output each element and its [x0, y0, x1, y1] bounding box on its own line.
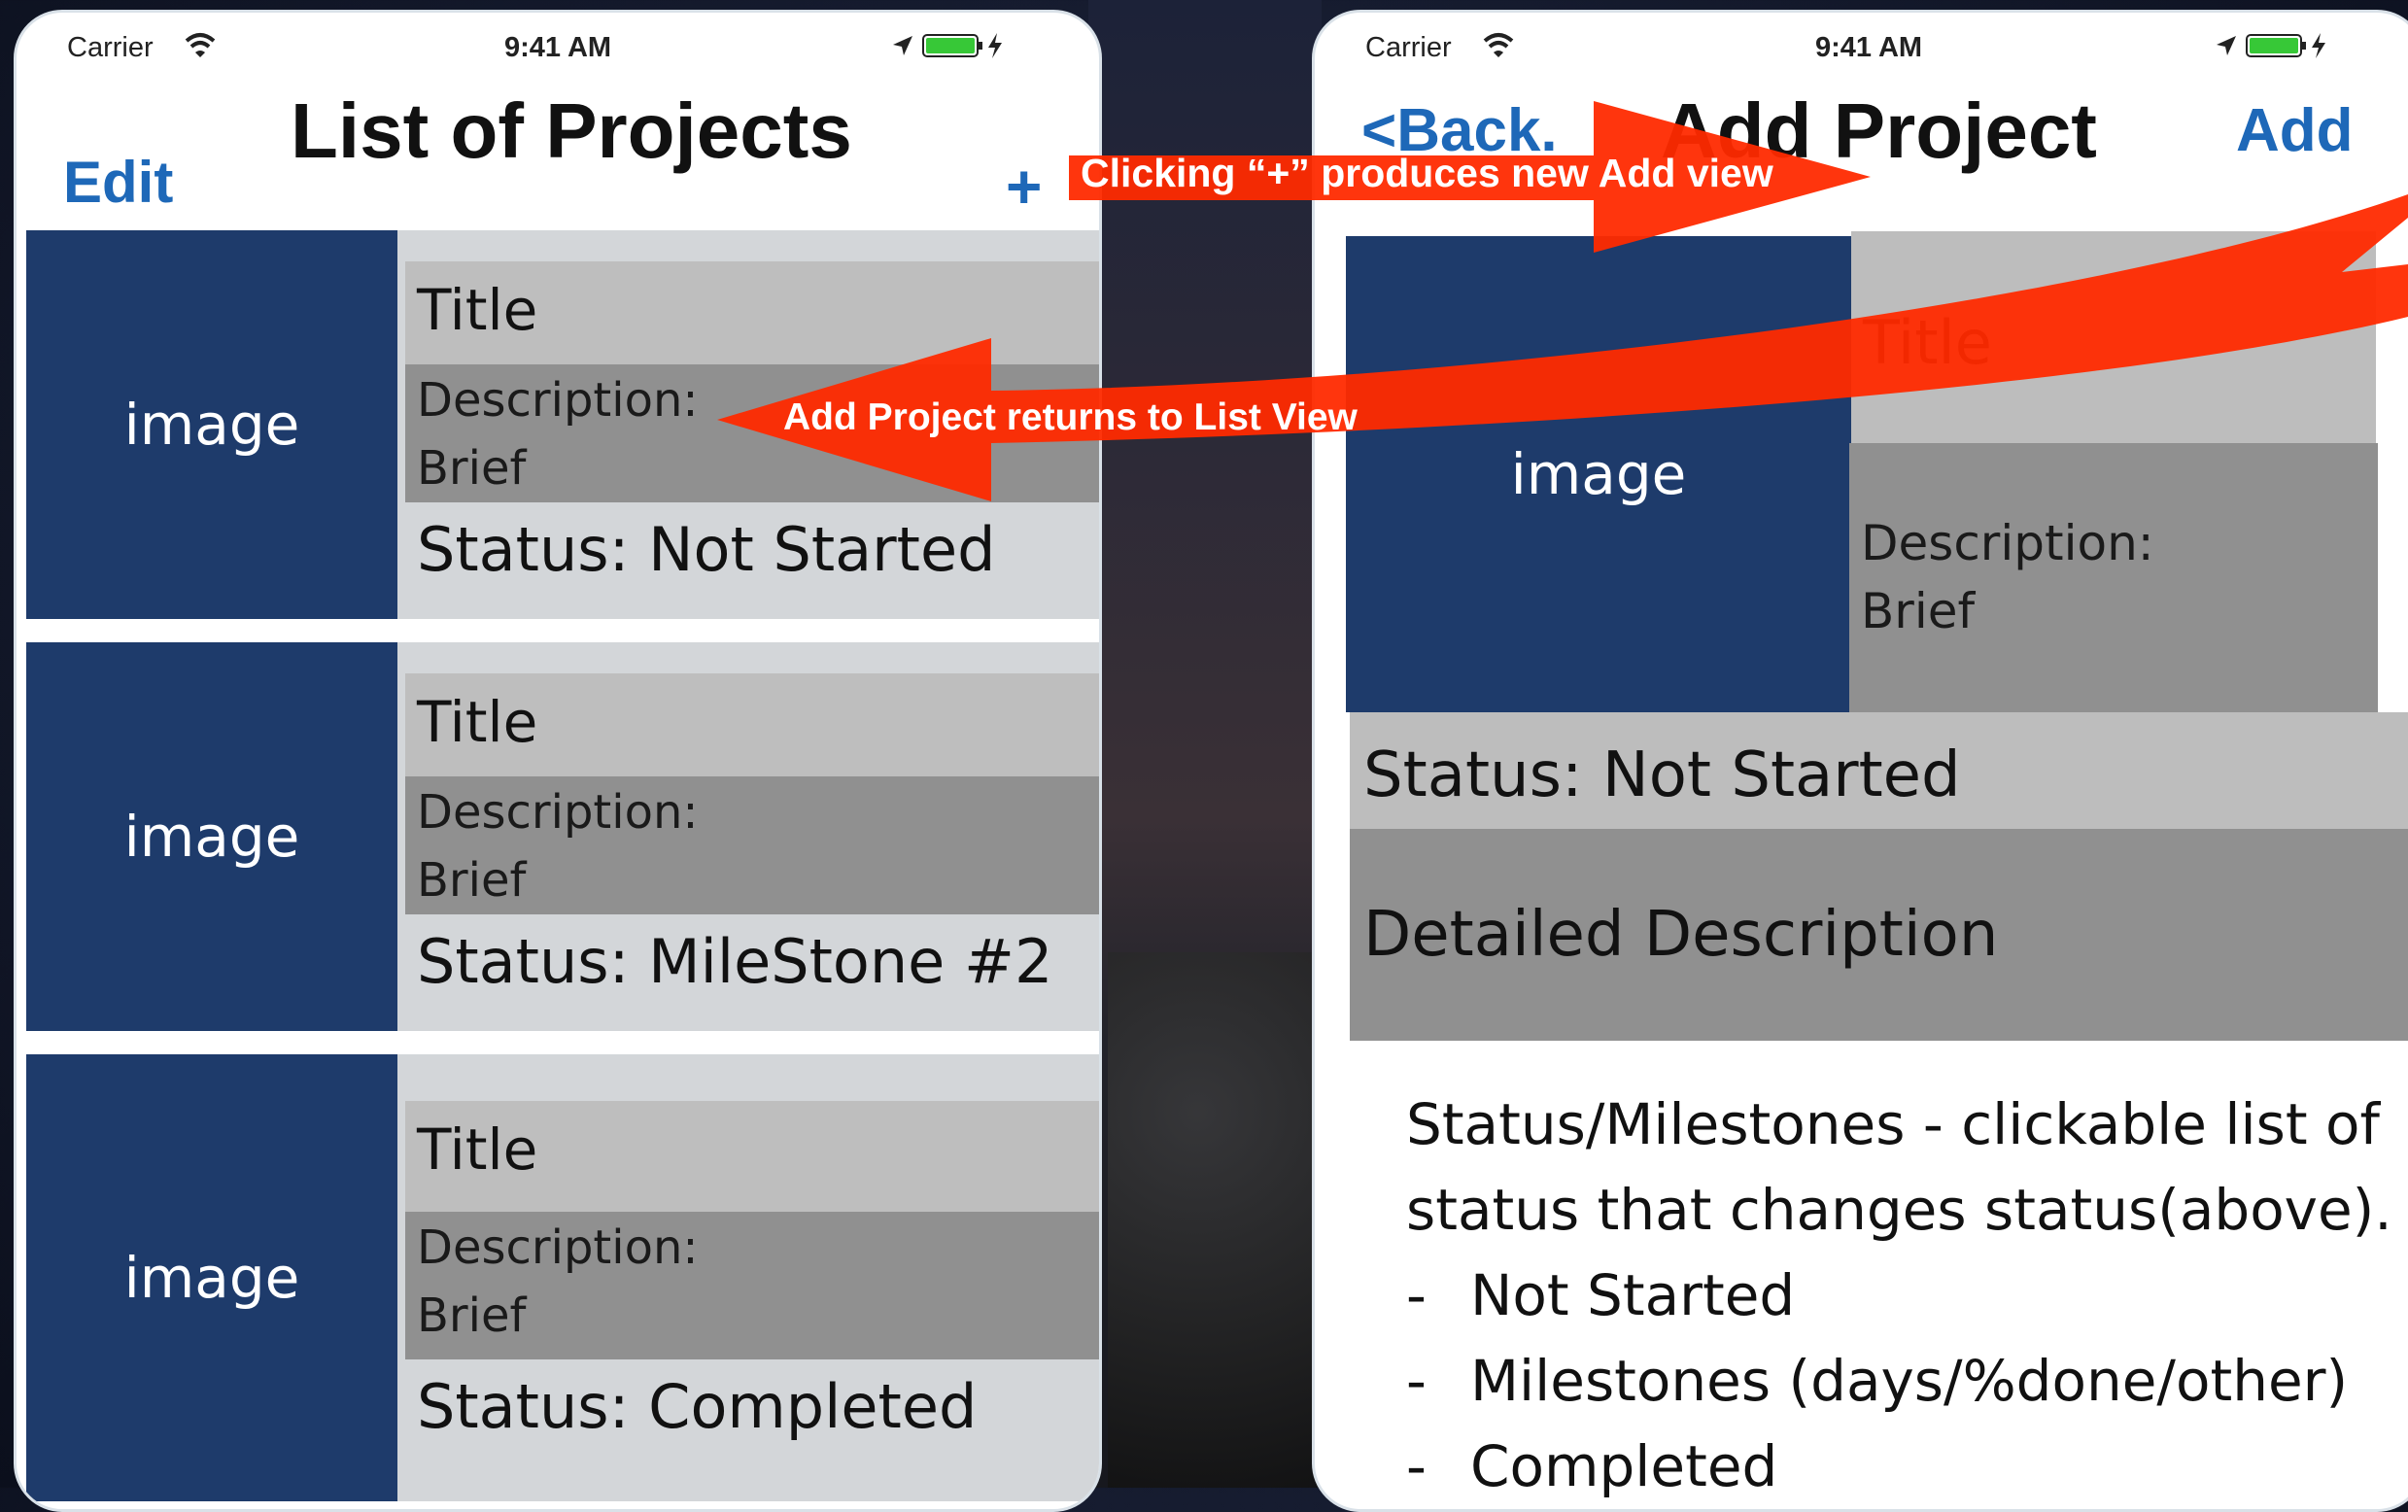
annotation-plus-to-add: Clicking “+” produces new Add view: [1081, 151, 1773, 195]
annotation-arrows: [717, 101, 2408, 501]
annotation-add-to-list: Add Project returns to List View: [783, 396, 1358, 438]
arrow-add-to-list: [717, 194, 2408, 501]
